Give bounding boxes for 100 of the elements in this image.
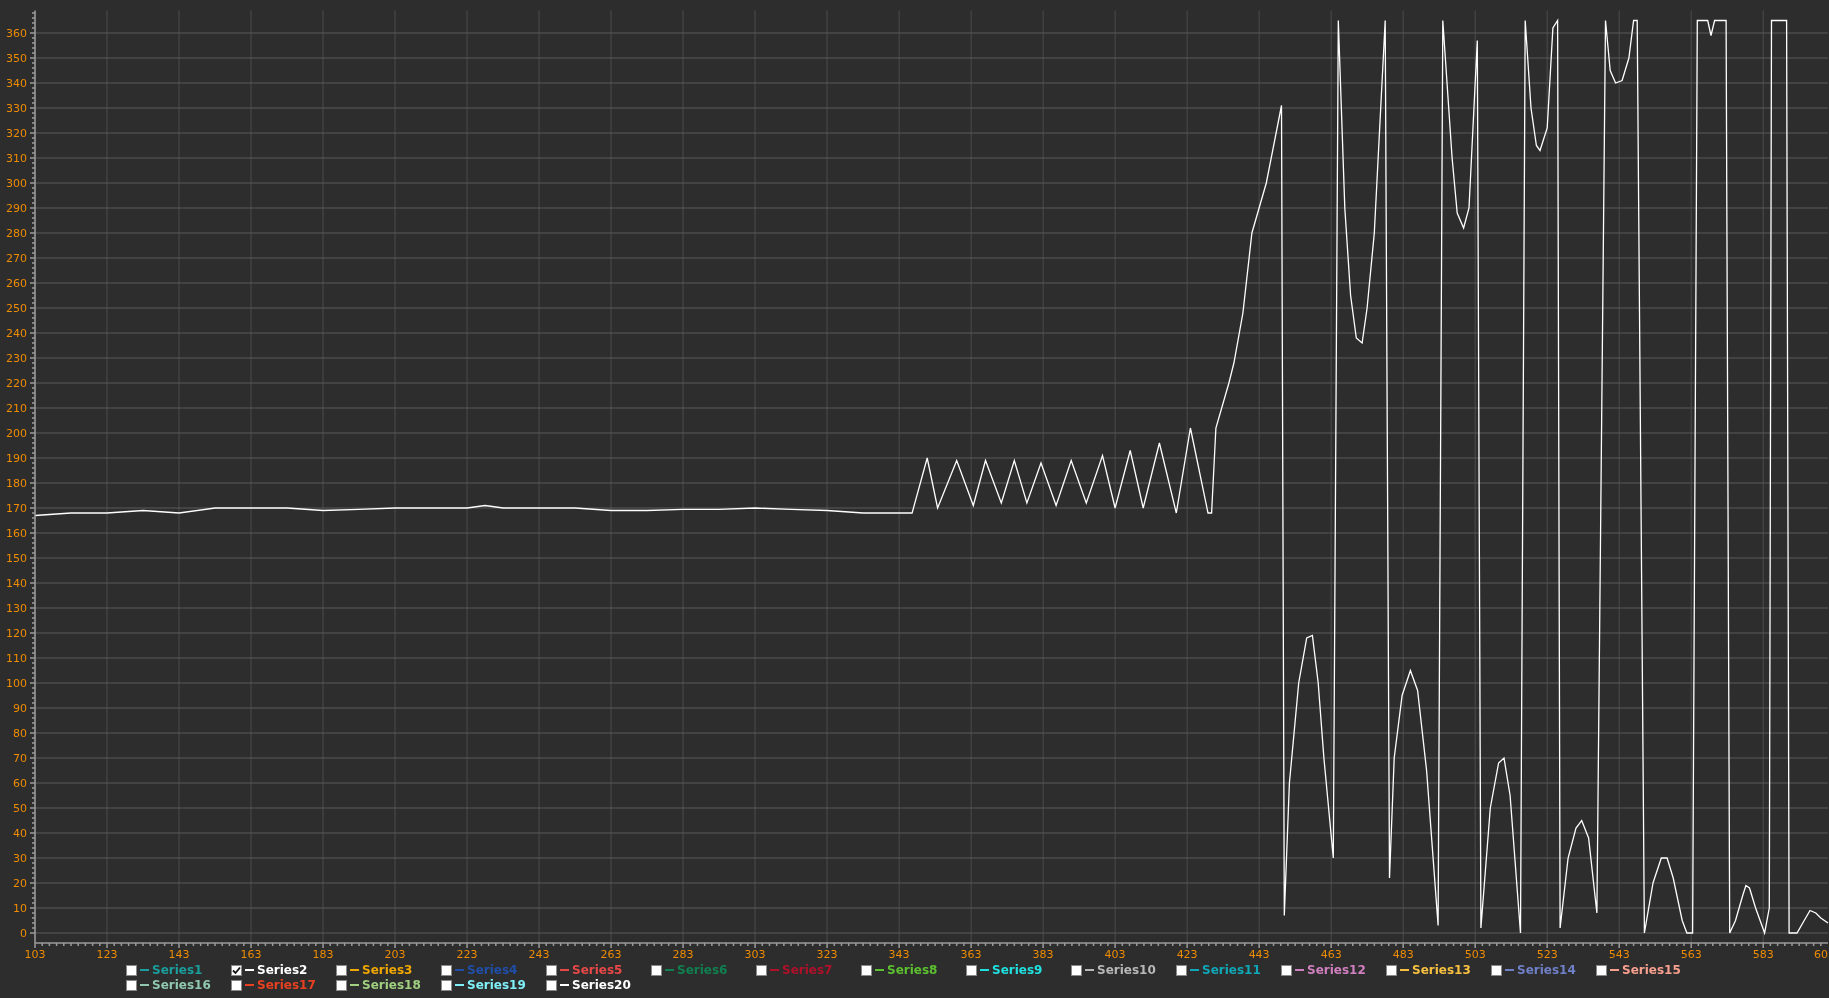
y-tick-label: 350	[6, 52, 27, 65]
series-label: Series2	[257, 963, 308, 977]
x-tick-label: 323	[816, 948, 838, 961]
x-tick-label: 223	[456, 948, 478, 961]
x-tick-label: 203	[384, 948, 406, 961]
y-tick-label: 70	[13, 752, 27, 765]
y-tick-label: 60	[13, 777, 27, 790]
y-tick-label: 270	[6, 252, 27, 265]
series-checkbox[interactable]	[126, 964, 137, 976]
x-tick-label: 523	[1536, 948, 1558, 961]
series-checkbox[interactable]	[1071, 964, 1082, 976]
series-checkbox[interactable]	[1281, 964, 1292, 976]
y-tick-label: 150	[6, 552, 27, 565]
series-label: Series11	[1202, 963, 1261, 977]
x-tick-label: 263	[600, 948, 622, 961]
x-tick-label: 543	[1608, 948, 1630, 961]
y-tick-label: 230	[6, 352, 27, 365]
series-checkbox[interactable]	[1596, 964, 1607, 976]
y-tick-label: 0	[20, 927, 27, 940]
series-checkbox[interactable]	[336, 964, 347, 976]
x-tick-label: 163	[240, 948, 262, 961]
y-tick-label: 90	[13, 702, 27, 715]
y-tick-label: 10	[13, 902, 27, 915]
series-checkbox[interactable]	[546, 964, 557, 976]
series-label: Series18	[362, 978, 421, 992]
series-checkbox[interactable]	[756, 964, 767, 976]
y-tick-label: 160	[6, 527, 27, 540]
x-tick-label: 503	[1464, 948, 1486, 961]
y-tick-label: 220	[6, 377, 27, 390]
y-tick-label: 300	[6, 177, 27, 190]
y-tick-label: 20	[13, 877, 27, 890]
series-label: Series9	[992, 963, 1043, 977]
y-tick-label: 50	[13, 802, 27, 815]
y-tick-label: 290	[6, 202, 27, 215]
y-tick-label: 210	[6, 402, 27, 415]
x-tick-label: 383	[1032, 948, 1054, 961]
x-tick-label: 243	[528, 948, 550, 961]
x-tick-label: 183	[312, 948, 334, 961]
x-tick-label: 563	[1680, 948, 1702, 961]
x-tick-label: 143	[168, 948, 190, 961]
y-tick-label: 360	[6, 27, 27, 40]
y-tick-label: 130	[6, 602, 27, 615]
x-tick-label: 343	[888, 948, 910, 961]
series-checkbox[interactable]	[231, 964, 242, 976]
series-checkbox[interactable]	[441, 964, 452, 976]
series-checkbox[interactable]	[1386, 964, 1397, 976]
y-tick-label: 180	[6, 477, 27, 490]
y-tick-label: 310	[6, 152, 27, 165]
series-checkbox[interactable]	[231, 979, 242, 991]
y-tick-label: 110	[6, 652, 27, 665]
series-label: Series3	[362, 963, 413, 977]
series-label: Series12	[1307, 963, 1366, 977]
series-checkbox[interactable]	[126, 979, 137, 991]
x-tick-label: 483	[1392, 948, 1414, 961]
x-tick-label: 363	[960, 948, 982, 961]
y-tick-label: 140	[6, 577, 27, 590]
series-label: Series19	[467, 978, 526, 992]
x-tick-label: 283	[672, 948, 694, 961]
x-tick-label: 443	[1248, 948, 1270, 961]
y-tick-label: 250	[6, 302, 27, 315]
y-tick-label: 320	[6, 127, 27, 140]
series-checkbox[interactable]	[336, 979, 347, 991]
series-label: Series1	[152, 963, 203, 977]
series-label: Series14	[1517, 963, 1576, 977]
y-tick-label: 190	[6, 452, 27, 465]
series-checkbox[interactable]	[966, 964, 977, 976]
y-tick-label: 240	[6, 327, 27, 340]
series-label: Series5	[572, 963, 623, 977]
series-label: Series6	[677, 963, 728, 977]
x-tick-label: 403	[1104, 948, 1126, 961]
series-checkbox[interactable]	[546, 979, 557, 991]
series-label: Series20	[572, 978, 631, 992]
y-tick-label: 40	[13, 827, 27, 840]
x-tick-label: 123	[96, 948, 118, 961]
y-tick-label: 340	[6, 77, 27, 90]
series-label: Series8	[887, 963, 938, 977]
y-tick-label: 280	[6, 227, 27, 240]
series-label: Series17	[257, 978, 316, 992]
series-checkbox[interactable]	[651, 964, 662, 976]
x-tick-label: 60	[1814, 948, 1828, 961]
series-label: Series10	[1097, 963, 1156, 977]
series-checkbox[interactable]	[861, 964, 872, 976]
y-tick-label: 80	[13, 727, 27, 740]
series-checkbox[interactable]	[1491, 964, 1502, 976]
y-tick-label: 330	[6, 102, 27, 115]
series-label: Series16	[152, 978, 211, 992]
y-tick-label: 200	[6, 427, 27, 440]
x-tick-label: 423	[1176, 948, 1198, 961]
series-label: Series4	[467, 963, 518, 977]
y-tick-label: 30	[13, 852, 27, 865]
y-tick-label: 120	[6, 627, 27, 640]
x-tick-label: 303	[744, 948, 766, 961]
series-checkbox[interactable]	[441, 979, 452, 991]
series-label: Series13	[1412, 963, 1471, 977]
x-tick-label: 583	[1752, 948, 1774, 961]
y-tick-label: 100	[6, 677, 27, 690]
series-checkbox[interactable]	[1176, 964, 1187, 976]
check-icon	[232, 965, 241, 975]
x-tick-label: 463	[1320, 948, 1342, 961]
x-tick-label: 103	[24, 948, 46, 961]
